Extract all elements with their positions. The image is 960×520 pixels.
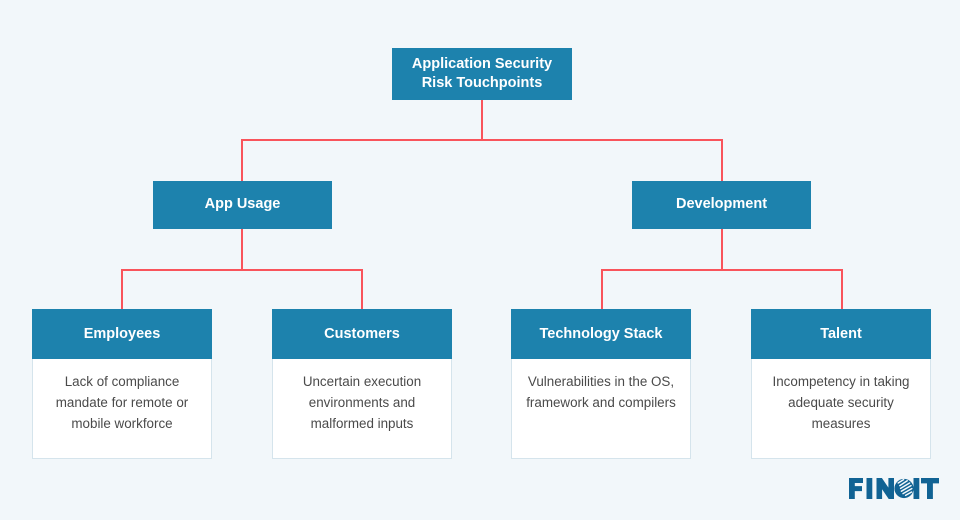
card-talent-description: Incompetency in taking adequate security… [772, 374, 910, 431]
card-customers-title: Customers [324, 326, 400, 342]
card-technology-stack: Technology Stack Vulnerabilities in the … [511, 309, 691, 459]
node-app-usage-label: App Usage [204, 196, 281, 213]
card-customers-header: Customers [272, 309, 452, 359]
card-technology-stack-header: Technology Stack [511, 309, 691, 359]
node-development: Development [632, 181, 811, 229]
connector-to-employees [121, 269, 123, 309]
connector-to-technology-stack [601, 269, 603, 309]
diagram-canvas: Application Security Risk Touchpoints Ap… [0, 0, 960, 520]
card-employees: Employees Lack of compliance mandate for… [32, 309, 212, 459]
card-talent-title: Talent [820, 326, 862, 342]
card-talent: Talent Incompetency in taking adequate s… [751, 309, 931, 459]
node-app-usage: App Usage [153, 181, 332, 229]
connector-to-customers [361, 269, 363, 309]
card-employees-description: Lack of compliance mandate for remote or… [55, 374, 189, 431]
finoit-logo-mark [849, 478, 939, 499]
connector-development-bus [601, 269, 843, 271]
connector-app-usage-stem [241, 229, 243, 269]
root-node-label: Application Security Risk Touchpoints [412, 55, 552, 93]
card-talent-header: Talent [751, 309, 931, 359]
card-employees-title: Employees [83, 326, 161, 342]
connector-development-stem [721, 229, 723, 269]
card-employees-header: Employees [32, 309, 212, 359]
card-technology-stack-body: Vulnerabilities in the OS, framework and… [511, 359, 691, 459]
connector-to-development [721, 139, 723, 181]
connector-to-app-usage [241, 139, 243, 181]
card-technology-stack-description: Vulnerabilities in the OS, framework and… [526, 374, 676, 410]
card-technology-stack-title: Technology Stack [539, 326, 663, 342]
card-customers-body: Uncertain execution environments and mal… [272, 359, 452, 459]
card-customers: Customers Uncertain execution environmen… [272, 309, 452, 459]
striped-circle-icon [894, 478, 914, 499]
connector-root-stem [481, 100, 483, 139]
root-node: Application Security Risk Touchpoints [392, 48, 572, 100]
connector-level1-bus [241, 139, 723, 141]
card-employees-body: Lack of compliance mandate for remote or… [32, 359, 212, 459]
card-talent-body: Incompetency in taking adequate security… [751, 359, 931, 459]
connector-to-talent [841, 269, 843, 309]
node-development-label: Development [675, 196, 768, 213]
finoit-logo [849, 476, 939, 502]
root-node-label-line2: Risk Touchpoints [421, 75, 543, 91]
connector-app-usage-bus [121, 269, 363, 271]
card-customers-description: Uncertain execution environments and mal… [302, 374, 422, 431]
root-node-label-line1: Application Security [411, 55, 553, 72]
